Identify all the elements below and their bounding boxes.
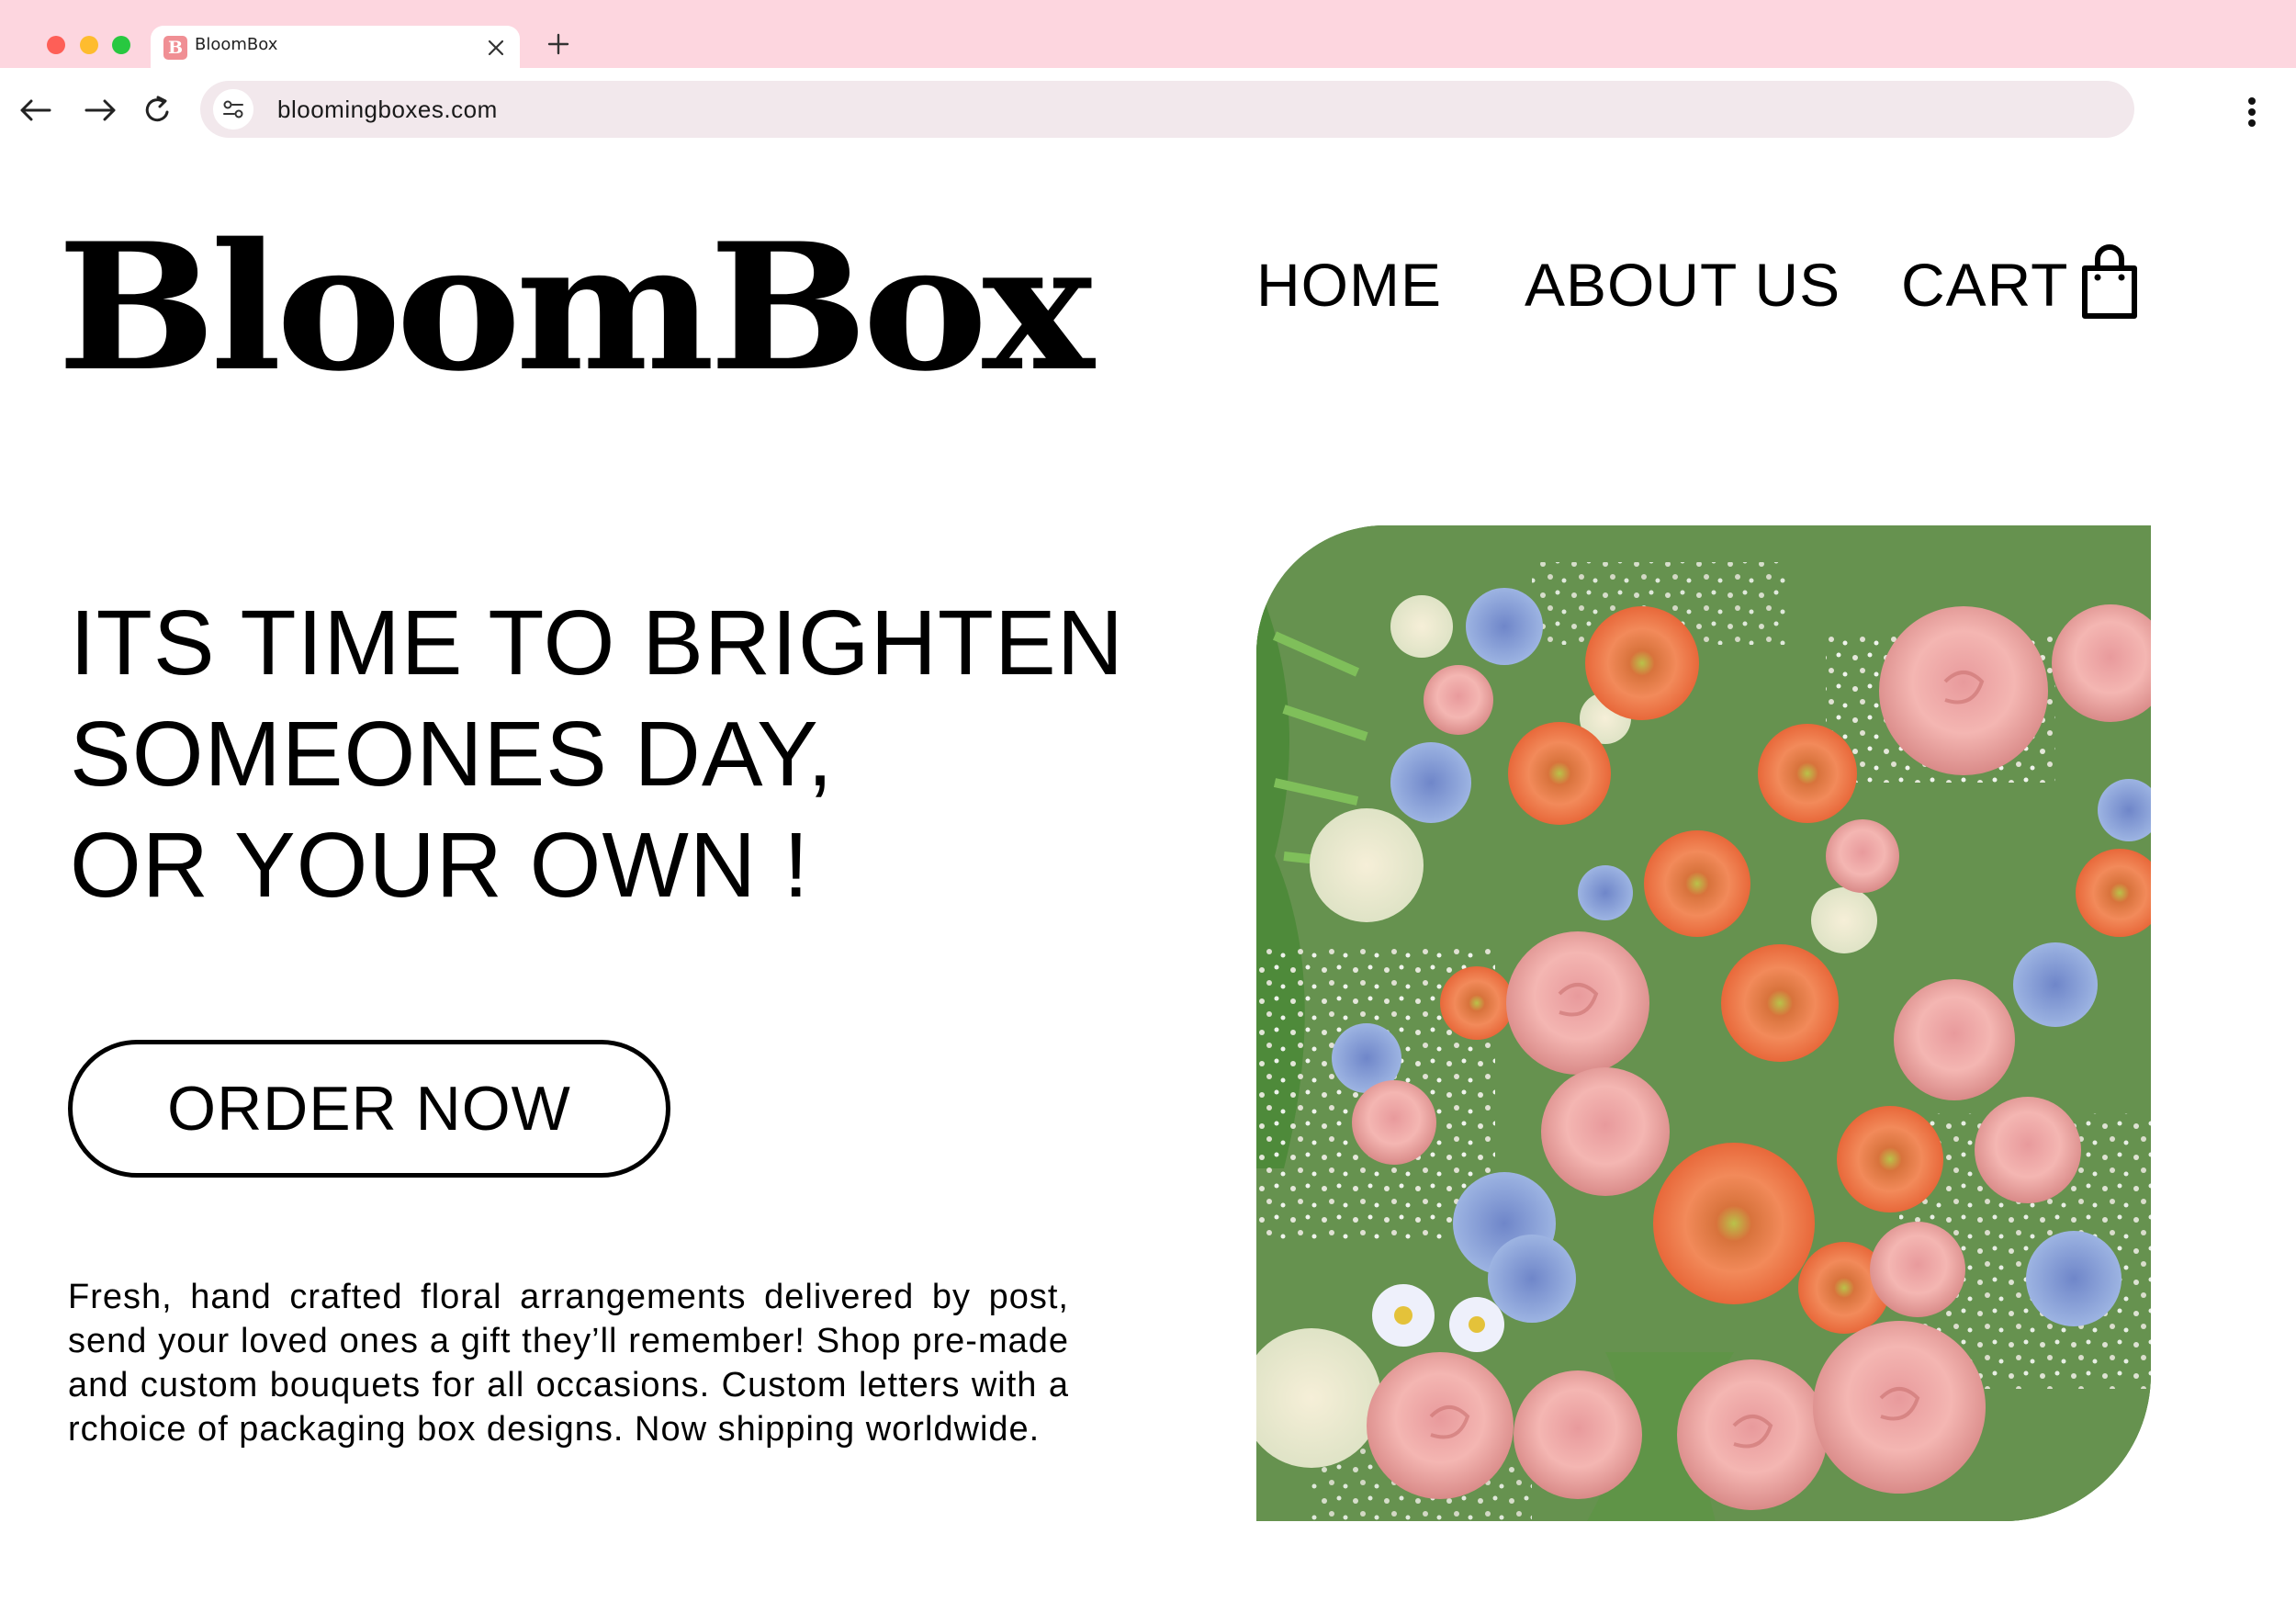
browser-tab-strip: B BloomBox — [0, 0, 2296, 68]
plus-icon[interactable] — [546, 31, 571, 57]
window-maximize-dot[interactable] — [112, 36, 130, 54]
flowers-illustration — [1256, 525, 2151, 1521]
nav-cart[interactable]: CART — [1901, 248, 2068, 321]
arrow-left-icon[interactable] — [17, 94, 53, 127]
nav-about-us[interactable]: ABOUT US — [1525, 248, 1840, 321]
flowers-image — [1256, 525, 2151, 1521]
site-logo[interactable]: BloomBox — [57, 211, 1104, 404]
headline-line: OR YOUR OWN ! — [70, 814, 810, 917]
window-minimize-dot[interactable] — [80, 36, 98, 54]
hero-description: Fresh, hand crafted floral arrangements … — [68, 1278, 1069, 1449]
window-close-dot[interactable] — [47, 36, 65, 54]
tune-icon[interactable] — [213, 89, 253, 130]
reload-icon[interactable] — [140, 94, 176, 127]
browser-toolbar: bloomingboxes.com — [0, 68, 2296, 151]
favicon-icon: B — [163, 36, 187, 60]
url-text[interactable]: bloomingboxes.com — [277, 96, 498, 124]
tab-title: BloomBox — [195, 35, 278, 54]
headline-line: ITS TIME TO BRIGHTEN — [70, 592, 1124, 694]
address-bar[interactable]: bloomingboxes.com — [200, 81, 2134, 138]
arrow-right-icon[interactable] — [83, 94, 119, 127]
logo-text: BloomBox — [57, 205, 1095, 410]
close-icon[interactable] — [487, 39, 505, 57]
browser-tab[interactable]: B BloomBox — [151, 26, 520, 68]
nav-home[interactable]: HOME — [1256, 248, 1442, 321]
order-now-button[interactable]: ORDER NOW — [68, 1040, 670, 1178]
hero-headline: ITS TIME TO BRIGHTEN SOMEONES DAY, OR YO… — [70, 588, 1154, 921]
shopping-bag-icon[interactable] — [2079, 244, 2140, 321]
headline-line: SOMEONES DAY, — [70, 703, 834, 806]
kebab-menu-icon[interactable] — [2243, 94, 2261, 130]
